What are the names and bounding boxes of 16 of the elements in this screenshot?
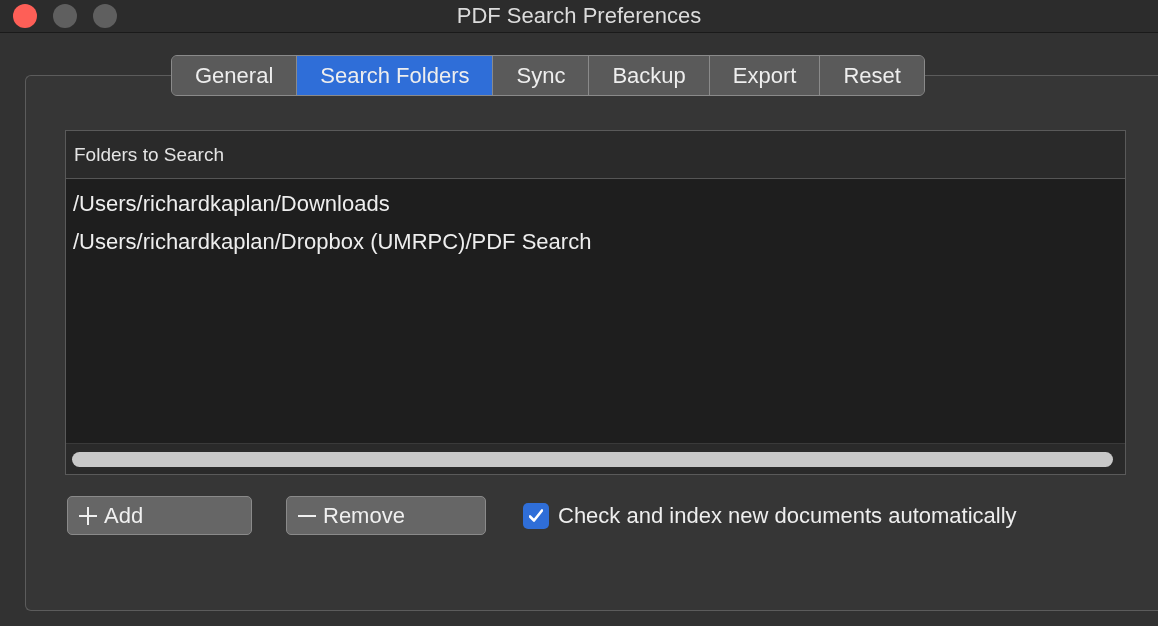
remove-button[interactable]: Remove xyxy=(286,496,486,535)
add-button[interactable]: Add xyxy=(67,496,252,535)
close-button[interactable] xyxy=(13,4,37,28)
column-header[interactable]: Folders to Search xyxy=(66,131,1125,179)
horizontal-scrollbar[interactable] xyxy=(66,443,1125,474)
checkbox-label: Check and index new documents automatically xyxy=(558,502,1017,529)
minus-icon xyxy=(297,514,317,517)
checkbox[interactable] xyxy=(523,502,549,529)
checkmark-icon xyxy=(529,509,543,522)
folder-path-row[interactable]: /Users/richardkaplan/Downloads xyxy=(66,185,1125,223)
scrollbar-thumb[interactable] xyxy=(72,451,1113,467)
tab[interactable]: Reset xyxy=(819,56,924,95)
folder-path-row[interactable]: /Users/richardkaplan/Dropbox (UMRPC)/PDF Search xyxy=(66,223,1125,261)
tab[interactable]: Search Folders xyxy=(296,56,493,95)
window-title: PDF Search Preferences xyxy=(456,3,702,29)
plus-icon xyxy=(78,505,98,526)
